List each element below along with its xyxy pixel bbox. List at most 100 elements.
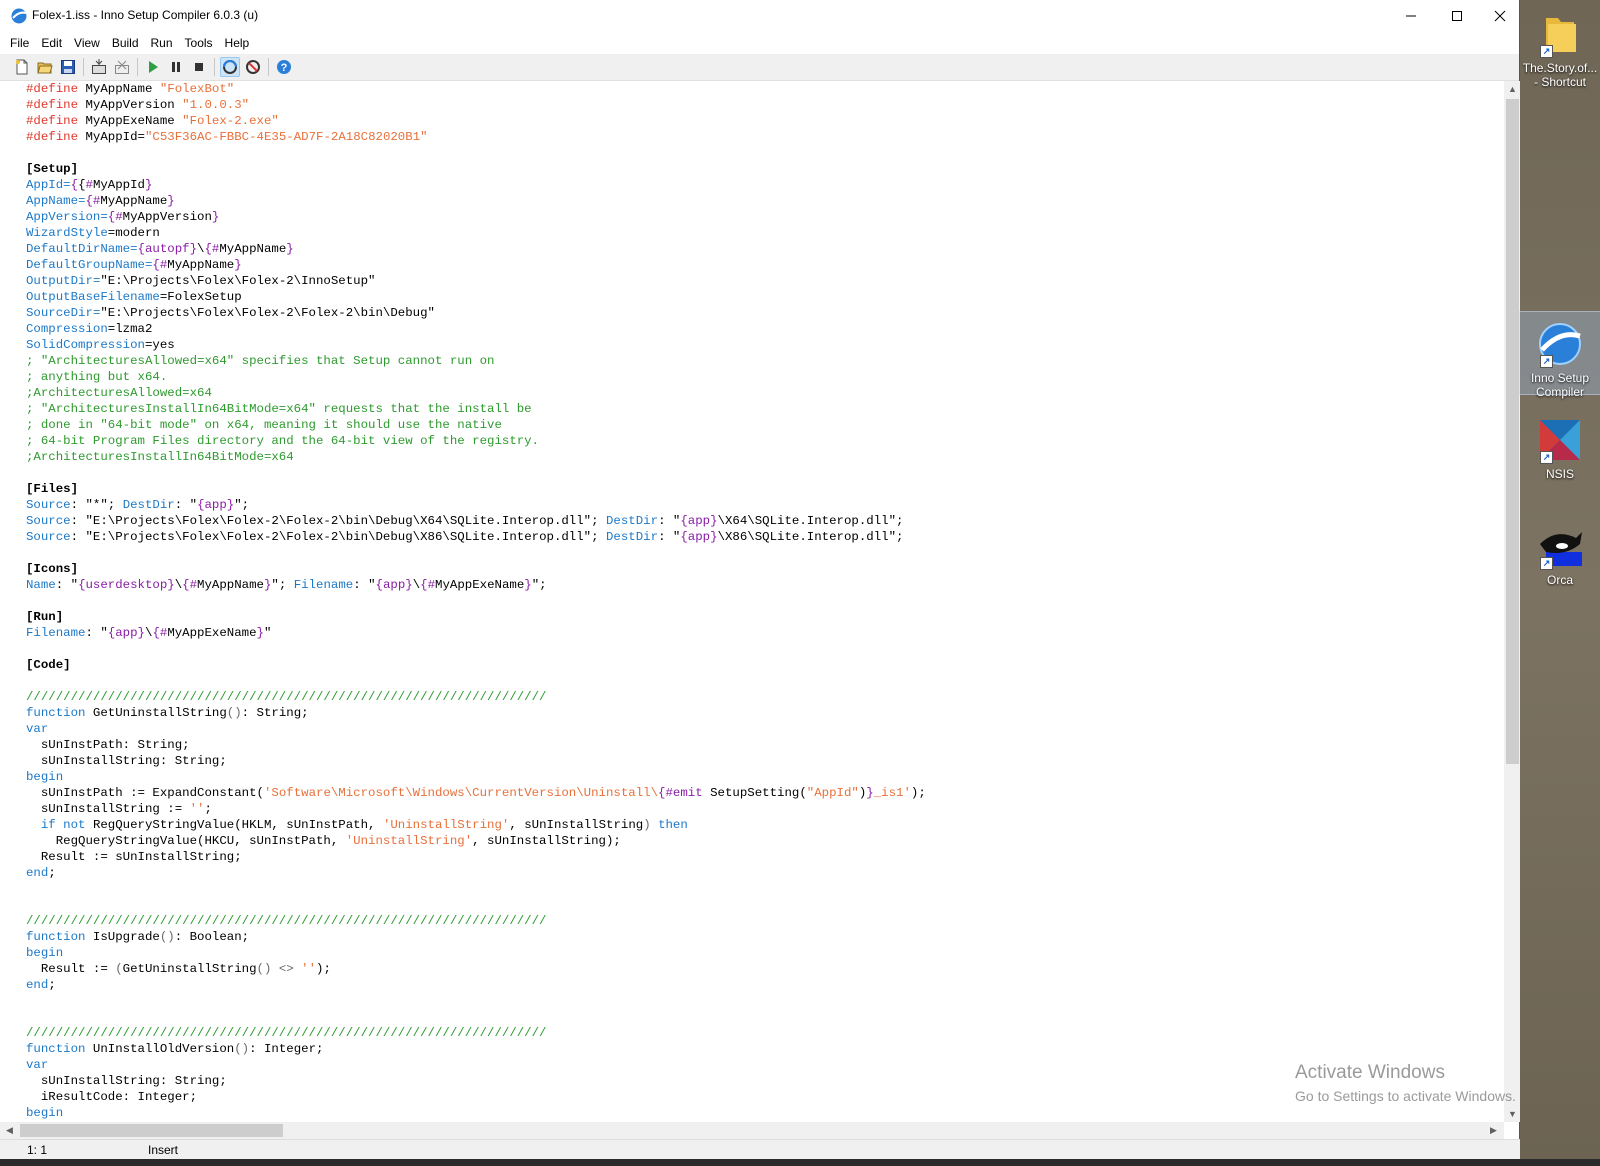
desktop-icon-story-shortcut[interactable]: ↗ The.Story.of... - Shortcut bbox=[1520, 2, 1600, 89]
code-line[interactable]: iResultCode: Integer; bbox=[26, 1089, 926, 1105]
target-uninstall-button[interactable] bbox=[243, 57, 263, 77]
vertical-scroll-thumb[interactable] bbox=[1506, 99, 1519, 764]
code-line[interactable]: #define MyAppName "FolexBot" bbox=[26, 81, 926, 97]
code-line[interactable]: ; 64-bit Program Files directory and the… bbox=[26, 433, 926, 449]
menu-run[interactable]: Run bbox=[145, 34, 179, 52]
code-line[interactable]: ;ArchitecturesInstallIn64BitMode=x64 bbox=[26, 449, 926, 465]
code-line[interactable]: Source: "*"; DestDir: "{app}"; bbox=[26, 497, 926, 513]
save-file-button[interactable] bbox=[58, 57, 78, 77]
code-line[interactable] bbox=[26, 673, 926, 689]
code-line[interactable]: sUnInstallString: String; bbox=[26, 1073, 926, 1089]
code-line[interactable]: begin bbox=[26, 945, 926, 961]
code-line[interactable]: DefaultDirName={autopf}\{#MyAppName} bbox=[26, 241, 926, 257]
code-line[interactable]: ////////////////////////////////////////… bbox=[26, 1025, 926, 1041]
code-line[interactable]: AppName={#MyAppName} bbox=[26, 193, 926, 209]
code-line[interactable]: begin bbox=[26, 769, 926, 785]
code-line[interactable]: [Run] bbox=[26, 609, 926, 625]
code-line[interactable]: OutputDir="E:\Projects\Folex\Folex-2\Inn… bbox=[26, 273, 926, 289]
desktop-icon-inno-setup[interactable]: ↗ Inno Setup Compiler bbox=[1519, 311, 1600, 399]
code-line[interactable]: ////////////////////////////////////////… bbox=[26, 689, 926, 705]
code-line[interactable]: ; done in "64-bit mode" on x64, meaning … bbox=[26, 417, 926, 433]
desktop-icon-nsis[interactable]: ↗ NSIS bbox=[1520, 408, 1600, 481]
code-line[interactable]: AppId={{#MyAppId} bbox=[26, 177, 926, 193]
desktop-icon-orca[interactable]: ↗ Orca bbox=[1520, 514, 1600, 587]
minimize-button[interactable] bbox=[1388, 0, 1434, 32]
scroll-right-icon[interactable]: ▶ bbox=[1490, 1125, 1497, 1136]
code-line[interactable]: OutputBaseFilename=FolexSetup bbox=[26, 289, 926, 305]
code-line[interactable] bbox=[26, 881, 926, 897]
code-line[interactable]: ; "ArchitecturesAllowed=x64" specifies t… bbox=[26, 353, 926, 369]
help-button[interactable]: ? bbox=[274, 57, 294, 77]
code-line[interactable] bbox=[26, 993, 926, 1009]
code-line[interactable]: function UnInstallOldVersion(): Integer; bbox=[26, 1041, 926, 1057]
code-line[interactable]: var bbox=[26, 1057, 926, 1073]
open-file-button[interactable] bbox=[35, 57, 55, 77]
code-editor[interactable]: #define MyAppName "FolexBot" #define MyAp… bbox=[0, 81, 1504, 1122]
code-line[interactable]: [Files] bbox=[26, 481, 926, 497]
code-line[interactable]: sUnInstPath: String; bbox=[26, 737, 926, 753]
code-line[interactable]: begin bbox=[26, 1105, 926, 1121]
code-line[interactable]: end; bbox=[26, 977, 926, 993]
code-line[interactable]: Compression=lzma2 bbox=[26, 321, 926, 337]
code-line[interactable]: var bbox=[26, 721, 926, 737]
vertical-scrollbar[interactable]: ▲ ▼ bbox=[1504, 81, 1521, 1122]
code-line[interactable]: Result := (GetUninstallString() <> ''); bbox=[26, 961, 926, 977]
horizontal-scroll-thumb[interactable] bbox=[20, 1124, 283, 1137]
run-button[interactable] bbox=[143, 57, 163, 77]
code-line[interactable]: #define MyAppVersion "1.0.0.3" bbox=[26, 97, 926, 113]
code-line[interactable]: [Code] bbox=[26, 657, 926, 673]
code-line[interactable] bbox=[26, 145, 926, 161]
code-line[interactable]: Name: "{userdesktop}\{#MyAppName}"; File… bbox=[26, 577, 926, 593]
target-setup-button[interactable] bbox=[220, 57, 240, 77]
code-line[interactable]: Result := sUnInstallString; bbox=[26, 849, 926, 865]
code-line[interactable]: end; bbox=[26, 865, 926, 881]
code-line[interactable]: [Setup] bbox=[26, 161, 926, 177]
code-line[interactable]: Source: "E:\Projects\Folex\Folex-2\Folex… bbox=[26, 529, 926, 545]
code-line[interactable]: ; "ArchitecturesInstallIn64BitMode=x64" … bbox=[26, 401, 926, 417]
code-line[interactable]: ;ArchitecturesAllowed=x64 bbox=[26, 385, 926, 401]
code-line[interactable]: ////////////////////////////////////////… bbox=[26, 913, 926, 929]
code-line[interactable]: #define MyAppId="C53F36AC-FBBC-4E35-AD7F… bbox=[26, 129, 926, 145]
code-line[interactable] bbox=[26, 593, 926, 609]
code-line[interactable]: #define MyAppExeName "Folex-2.exe" bbox=[26, 113, 926, 129]
horizontal-scrollbar[interactable]: ◀ ▶ bbox=[0, 1122, 1504, 1139]
scroll-up-icon[interactable]: ▲ bbox=[1508, 84, 1517, 94]
code-line[interactable] bbox=[26, 641, 926, 657]
compile-button[interactable] bbox=[89, 57, 109, 77]
code-line[interactable]: ; anything but x64. bbox=[26, 369, 926, 385]
code-line[interactable]: sUnInstPath := ExpandConstant('Software\… bbox=[26, 785, 926, 801]
code-line[interactable]: if not RegQueryStringValue(HKLM, sUnInst… bbox=[26, 817, 926, 833]
new-file-button[interactable] bbox=[12, 57, 32, 77]
code-line[interactable] bbox=[26, 897, 926, 913]
close-button[interactable] bbox=[1480, 0, 1520, 32]
code-line[interactable]: sUnInstallString := ''; bbox=[26, 801, 926, 817]
scroll-down-icon[interactable]: ▼ bbox=[1508, 1109, 1517, 1119]
code-line[interactable]: function GetUninstallString(): String; bbox=[26, 705, 926, 721]
code-line[interactable]: RegQueryStringValue(HKCU, sUnInstPath, '… bbox=[26, 833, 926, 849]
code-line[interactable]: Source: "E:\Projects\Folex\Folex-2\Folex… bbox=[26, 513, 926, 529]
code-line[interactable]: DefaultGroupName={#MyAppName} bbox=[26, 257, 926, 273]
menu-edit[interactable]: Edit bbox=[35, 34, 68, 52]
title-bar[interactable]: Folex-1.iss - Inno Setup Compiler 6.0.3 … bbox=[0, 0, 1519, 32]
terminate-button[interactable] bbox=[189, 57, 209, 77]
code-line[interactable]: AppVersion={#MyAppVersion} bbox=[26, 209, 926, 225]
code-line[interactable]: sUnInstallString: String; bbox=[26, 753, 926, 769]
code-line[interactable]: SolidCompression=yes bbox=[26, 337, 926, 353]
pause-button[interactable] bbox=[166, 57, 186, 77]
menu-build[interactable]: Build bbox=[106, 34, 145, 52]
code-line[interactable]: Filename: "{app}\{#MyAppExeName}" bbox=[26, 625, 926, 641]
stop-compile-button[interactable] bbox=[112, 57, 132, 77]
code-line[interactable]: SourceDir="E:\Projects\Folex\Folex-2\Fol… bbox=[26, 305, 926, 321]
code-content[interactable]: #define MyAppName "FolexBot" #define MyAp… bbox=[26, 81, 926, 1121]
code-line[interactable]: WizardStyle=modern bbox=[26, 225, 926, 241]
scroll-left-icon[interactable]: ◀ bbox=[6, 1125, 13, 1136]
maximize-button[interactable] bbox=[1434, 0, 1480, 32]
menu-view[interactable]: View bbox=[68, 34, 106, 52]
code-line[interactable] bbox=[26, 1009, 926, 1025]
code-line[interactable]: [Icons] bbox=[26, 561, 926, 577]
menu-help[interactable]: Help bbox=[219, 34, 256, 52]
code-line[interactable]: function IsUpgrade(): Boolean; bbox=[26, 929, 926, 945]
menu-file[interactable]: File bbox=[4, 34, 35, 52]
code-line[interactable] bbox=[26, 465, 926, 481]
menu-tools[interactable]: Tools bbox=[179, 34, 219, 52]
